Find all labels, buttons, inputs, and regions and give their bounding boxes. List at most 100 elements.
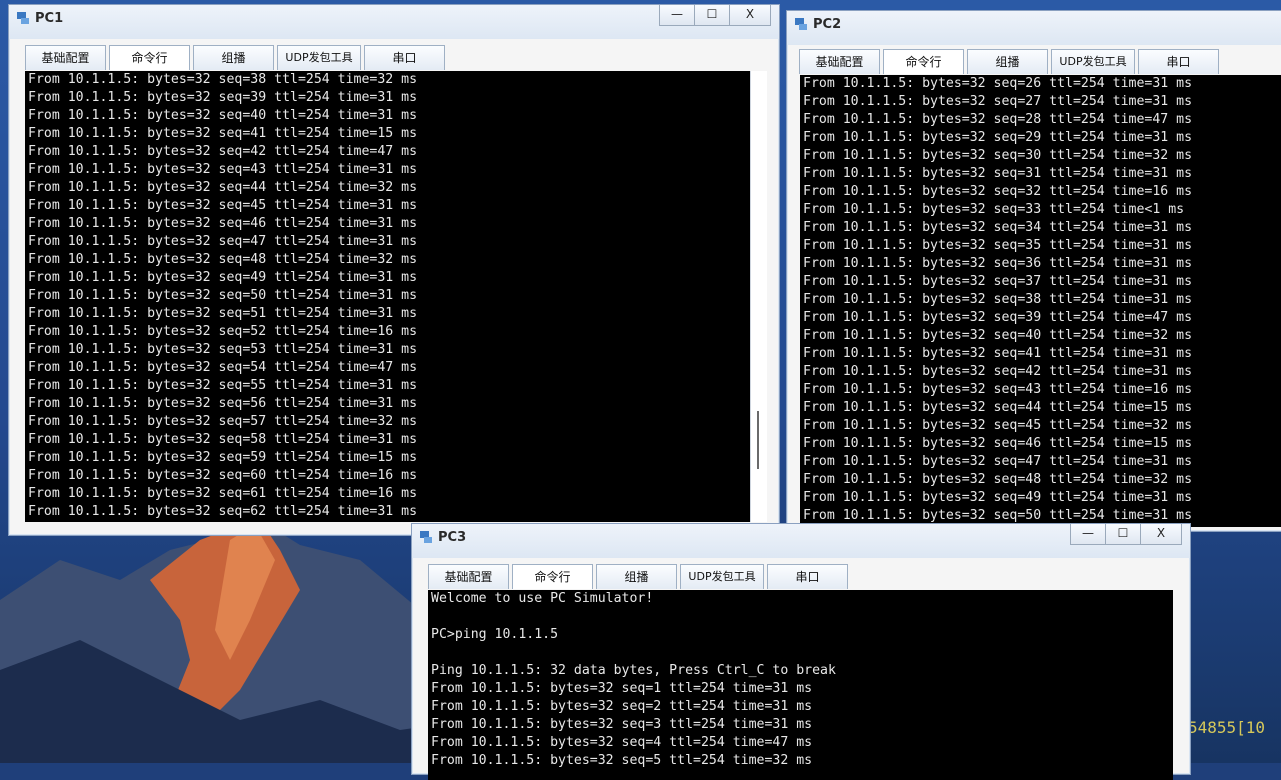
terminal-line: From 10.1.1.5: bytes=32 seq=45 ttl=254 t…: [28, 198, 418, 213]
tab-udp-tool[interactable]: UDP发包工具: [1051, 49, 1135, 74]
tab-command-line[interactable]: 命令行: [109, 45, 190, 70]
terminal-line: From 10.1.1.5: bytes=32 seq=57 ttl=254 t…: [28, 414, 418, 429]
terminal-line: Ping 10.1.1.5: 32 data bytes, Press Ctrl…: [431, 663, 836, 678]
terminal-line: From 10.1.1.5: bytes=32 seq=38 ttl=254 t…: [803, 292, 1193, 307]
terminal-line: From 10.1.1.5: bytes=32 seq=44 ttl=254 t…: [803, 400, 1193, 415]
terminal-line: From 10.1.1.5: bytes=32 seq=40 ttl=254 t…: [28, 108, 418, 123]
terminal-line: From 10.1.1.5: bytes=32 seq=48 ttl=254 t…: [803, 472, 1193, 487]
pc2-terminal[interactable]: From 10.1.1.5: bytes=32 seq=26 ttl=254 t…: [800, 75, 1281, 527]
terminal-line: From 10.1.1.5: bytes=32 seq=42 ttl=254 t…: [803, 364, 1193, 379]
pc-simulator-icon: [17, 12, 29, 24]
terminal-line: PC>ping 10.1.1.5: [431, 627, 559, 642]
terminal-line: From 10.1.1.5: bytes=32 seq=26 ttl=254 t…: [803, 76, 1193, 91]
terminal-line: From 10.1.1.5: bytes=32 seq=54 ttl=254 t…: [28, 360, 418, 375]
maximize-button[interactable]: ☐: [1105, 524, 1141, 545]
close-button[interactable]: X: [1140, 524, 1182, 545]
terminal-line: From 10.1.1.5: bytes=32 seq=35 ttl=254 t…: [803, 238, 1193, 253]
tab-basic-config[interactable]: 基础配置: [25, 45, 106, 70]
terminal-line: From 10.1.1.5: bytes=32 seq=39 ttl=254 t…: [803, 310, 1193, 325]
terminal-line: From 10.1.1.5: bytes=32 seq=4 ttl=254 ti…: [431, 735, 813, 750]
terminal-line: From 10.1.1.5: bytes=32 seq=40 ttl=254 t…: [803, 328, 1193, 343]
pc3-window[interactable]: PC3 — ☐ X 基础配置 命令行 组播 UDP发包工具 串口 Welcome…: [411, 523, 1191, 780]
tab-serial[interactable]: 串口: [1138, 49, 1219, 74]
pc2-titlebar[interactable]: PC2: [787, 11, 1281, 45]
tab-multicast[interactable]: 组播: [193, 45, 274, 70]
terminal-line: From 10.1.1.5: bytes=32 seq=45 ttl=254 t…: [803, 418, 1193, 433]
terminal-line: From 10.1.1.5: bytes=32 seq=46 ttl=254 t…: [803, 436, 1193, 451]
terminal-line: From 10.1.1.5: bytes=32 seq=49 ttl=254 t…: [803, 490, 1193, 505]
maximize-button[interactable]: ☐: [694, 5, 730, 26]
terminal-line: From 10.1.1.5: bytes=32 seq=58 ttl=254 t…: [28, 432, 418, 447]
pc1-tabbar: 基础配置 命令行 组播 UDP发包工具 串口: [25, 45, 448, 70]
pc3-terminal[interactable]: Welcome to use PC Simulator! PC>ping 10.1…: [428, 590, 1173, 780]
terminal-line: From 10.1.1.5: bytes=32 seq=48 ttl=254 t…: [28, 252, 418, 267]
terminal-line: From 10.1.1.5: bytes=32 seq=29 ttl=254 t…: [803, 130, 1193, 145]
terminal-line: From 10.1.1.5: bytes=32 seq=42 ttl=254 t…: [28, 144, 418, 159]
terminal-line: From 10.1.1.5: bytes=32 seq=5 ttl=254 ti…: [431, 753, 813, 768]
terminal-line: From 10.1.1.5: bytes=32 seq=55 ttl=254 t…: [28, 378, 418, 393]
terminal-line: From 10.1.1.5: bytes=32 seq=47 ttl=254 t…: [803, 454, 1193, 469]
terminal-line: From 10.1.1.5: bytes=32 seq=37 ttl=254 t…: [803, 274, 1193, 289]
terminal-line: From 10.1.1.5: bytes=32 seq=32 ttl=254 t…: [803, 184, 1193, 199]
terminal-line: From 10.1.1.5: bytes=32 seq=41 ttl=254 t…: [28, 126, 418, 141]
terminal-line: Welcome to use PC Simulator!: [431, 591, 654, 606]
tab-command-line[interactable]: 命令行: [512, 564, 593, 589]
terminal-line: From 10.1.1.5: bytes=32 seq=34 ttl=254 t…: [803, 220, 1193, 235]
pc2-tabbar: 基础配置 命令行 组播 UDP发包工具 串口: [799, 49, 1222, 74]
terminal-line: From 10.1.1.5: bytes=32 seq=60 ttl=254 t…: [28, 468, 418, 483]
pc1-titlebar[interactable]: PC1 — ☐ X: [9, 5, 779, 39]
tab-multicast[interactable]: 组播: [596, 564, 677, 589]
terminal-line: From 10.1.1.5: bytes=32 seq=30 ttl=254 t…: [803, 148, 1193, 163]
terminal-line: From 10.1.1.5: bytes=32 seq=62 ttl=254 t…: [28, 504, 418, 519]
terminal-line: From 10.1.1.5: bytes=32 seq=49 ttl=254 t…: [28, 270, 418, 285]
terminal-line: From 10.1.1.5: bytes=32 seq=47 ttl=254 t…: [28, 234, 418, 249]
terminal-line: From 10.1.1.5: bytes=32 seq=43 ttl=254 t…: [803, 382, 1193, 397]
terminal-line: From 10.1.1.5: bytes=32 seq=46 ttl=254 t…: [28, 216, 418, 231]
pc3-tabbar: 基础配置 命令行 组播 UDP发包工具 串口: [428, 564, 851, 589]
close-button[interactable]: X: [729, 5, 771, 26]
terminal-line: From 10.1.1.5: bytes=32 seq=52 ttl=254 t…: [28, 324, 418, 339]
background-console-text: 54855[10: [1188, 718, 1266, 737]
minimize-button[interactable]: —: [659, 5, 695, 26]
terminal-line: From 10.1.1.5: bytes=32 seq=2 ttl=254 ti…: [431, 699, 813, 714]
terminal-line: From 10.1.1.5: bytes=32 seq=56 ttl=254 t…: [28, 396, 418, 411]
terminal-line: From 10.1.1.5: bytes=32 seq=59 ttl=254 t…: [28, 450, 418, 465]
pc1-terminal[interactable]: From 10.1.1.5: bytes=32 seq=38 ttl=254 t…: [25, 71, 750, 522]
terminal-line: From 10.1.1.5: bytes=32 seq=43 ttl=254 t…: [28, 162, 418, 177]
terminal-line: From 10.1.1.5: bytes=32 seq=50 ttl=254 t…: [28, 288, 418, 303]
terminal-line: From 10.1.1.5: bytes=32 seq=36 ttl=254 t…: [803, 256, 1193, 271]
pc-simulator-icon: [420, 531, 432, 543]
terminal-line: From 10.1.1.5: bytes=32 seq=51 ttl=254 t…: [28, 306, 418, 321]
terminal-line: From 10.1.1.5: bytes=32 seq=33 ttl=254 t…: [803, 202, 1185, 217]
terminal-line: From 10.1.1.5: bytes=32 seq=53 ttl=254 t…: [28, 342, 418, 357]
minimize-button[interactable]: —: [1070, 524, 1106, 545]
pc1-scrollbar-thumb[interactable]: [757, 411, 759, 469]
terminal-line: From 10.1.1.5: bytes=32 seq=1 ttl=254 ti…: [431, 681, 813, 696]
pc3-title: PC3: [438, 530, 467, 545]
pc1-title: PC1: [35, 11, 64, 26]
pc1-window[interactable]: PC1 — ☐ X 基础配置 命令行 组播 UDP发包工具 串口 From 10…: [8, 4, 780, 536]
terminal-line: From 10.1.1.5: bytes=32 seq=38 ttl=254 t…: [28, 72, 418, 87]
tab-serial[interactable]: 串口: [364, 45, 445, 70]
tab-basic-config[interactable]: 基础配置: [428, 564, 509, 589]
pc3-titlebar[interactable]: PC3 — ☐ X: [412, 524, 1190, 558]
tab-serial[interactable]: 串口: [767, 564, 848, 589]
tab-multicast[interactable]: 组播: [967, 49, 1048, 74]
terminal-line: From 10.1.1.5: bytes=32 seq=31 ttl=254 t…: [803, 166, 1193, 181]
terminal-line: From 10.1.1.5: bytes=32 seq=61 ttl=254 t…: [28, 486, 418, 501]
tab-basic-config[interactable]: 基础配置: [799, 49, 880, 74]
pc-simulator-icon: [795, 18, 807, 30]
pc2-window[interactable]: PC2 基础配置 命令行 组播 UDP发包工具 串口 From 10.1.1.5…: [786, 10, 1281, 532]
terminal-line: From 10.1.1.5: bytes=32 seq=27 ttl=254 t…: [803, 94, 1193, 109]
tab-udp-tool[interactable]: UDP发包工具: [680, 564, 764, 589]
tab-udp-tool[interactable]: UDP发包工具: [277, 45, 361, 70]
terminal-line: From 10.1.1.5: bytes=32 seq=3 ttl=254 ti…: [431, 717, 813, 732]
tab-command-line[interactable]: 命令行: [883, 49, 964, 74]
pc2-title: PC2: [813, 17, 842, 32]
pc1-scrollbar[interactable]: [750, 71, 767, 522]
terminal-line: From 10.1.1.5: bytes=32 seq=39 ttl=254 t…: [28, 90, 418, 105]
terminal-line: From 10.1.1.5: bytes=32 seq=44 ttl=254 t…: [28, 180, 418, 195]
mountain-wallpaper: [0, 520, 470, 763]
